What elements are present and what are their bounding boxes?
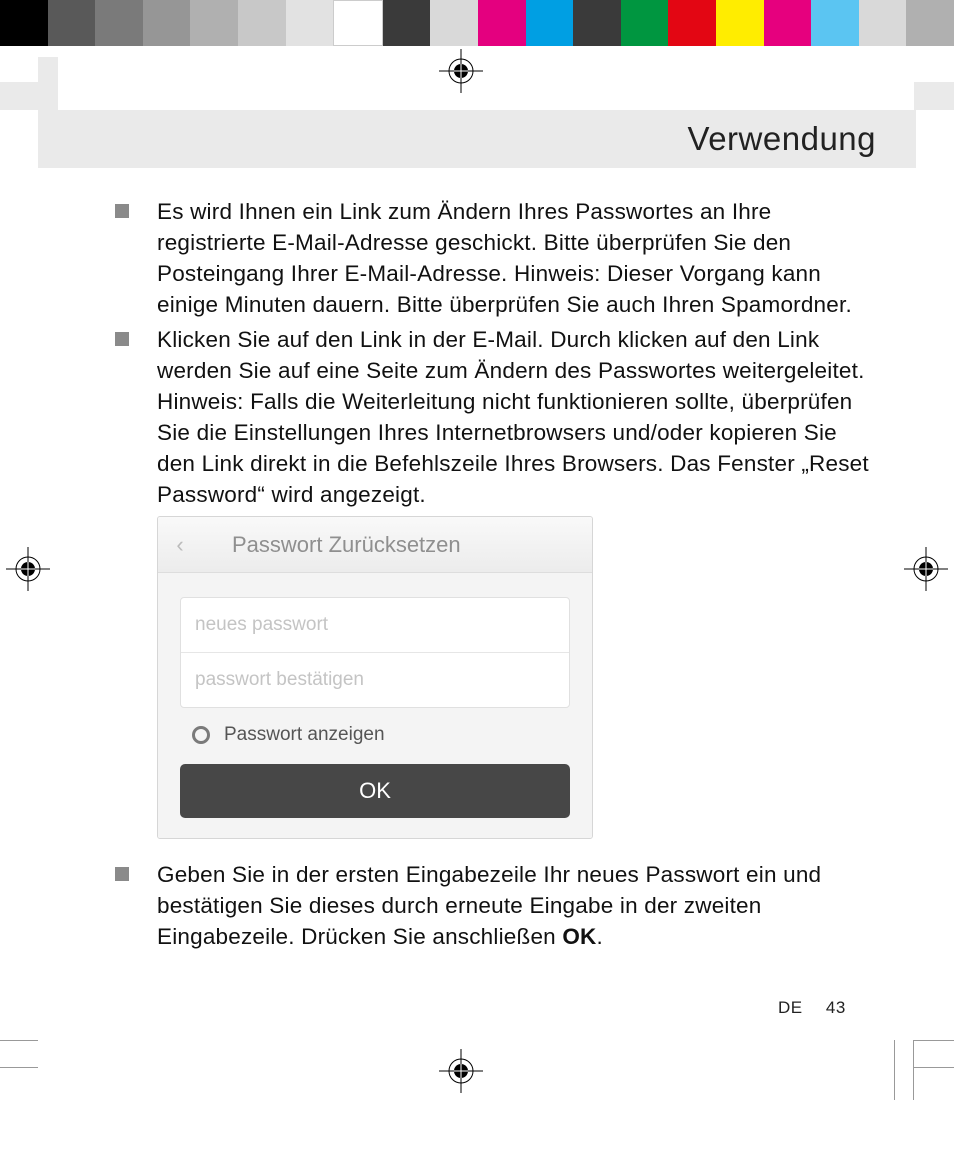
confirm-password-input[interactable]: passwort bestätigen (181, 653, 569, 707)
page-header: Verwendung (38, 110, 916, 168)
list-item: Geben Sie in der ersten Eingabezeile Ihr… (115, 859, 875, 952)
crop-mark (38, 57, 58, 112)
screenshot-body: neues passwort passwort bestätigen Passw… (158, 573, 592, 838)
crop-mark (914, 1040, 954, 1068)
list-item: Klicken Sie auf den Link in der E-Mail. … (115, 324, 875, 510)
registration-mark-icon (439, 1049, 483, 1093)
bullet-icon (115, 332, 129, 346)
registration-mark-icon (439, 49, 483, 93)
registration-mark-icon (904, 547, 948, 591)
screenshot-header: ‹ Passwort Zurücksetzen (158, 517, 592, 573)
registration-mark-icon (6, 547, 50, 591)
main-content: Es wird Ihnen ein Link zum Ändern Ihres … (115, 196, 875, 956)
back-icon[interactable]: ‹ (158, 532, 202, 558)
page-title: Verwendung (688, 120, 876, 158)
body-text: Es wird Ihnen ein Link zum Ändern Ihres … (157, 196, 875, 320)
crop-mark (0, 1040, 38, 1068)
ok-button[interactable]: OK (180, 764, 570, 818)
crop-mark (914, 82, 954, 110)
radio-icon (192, 726, 210, 744)
page-footer: DE 43 (778, 998, 846, 1018)
list-item: Es wird Ihnen ein Link zum Ändern Ihres … (115, 196, 875, 320)
bullet-icon (115, 867, 129, 881)
language-code: DE (778, 998, 803, 1017)
crop-mark (894, 1040, 914, 1100)
new-password-input[interactable]: neues passwort (181, 598, 569, 652)
color-calibration-bar (0, 0, 954, 46)
body-text: Klicken Sie auf den Link in der E-Mail. … (157, 324, 875, 510)
body-text-span: . (596, 924, 602, 949)
body-text-span: Geben Sie in der ersten Eingabezeile Ihr… (157, 862, 821, 949)
bullet-icon (115, 204, 129, 218)
show-password-toggle[interactable]: Passwort anzeigen (180, 708, 570, 764)
body-text: Geben Sie in der ersten Eingabezeile Ihr… (157, 859, 875, 952)
app-screenshot: ‹ Passwort Zurücksetzen neues passwort p… (157, 516, 593, 839)
page-number: 43 (826, 998, 846, 1017)
input-group: neues passwort passwort bestätigen (180, 597, 570, 708)
show-password-label: Passwort anzeigen (224, 724, 385, 746)
crop-mark (0, 82, 38, 110)
bold-ok: OK (562, 924, 596, 949)
screenshot-title: Passwort Zurücksetzen (202, 532, 592, 558)
